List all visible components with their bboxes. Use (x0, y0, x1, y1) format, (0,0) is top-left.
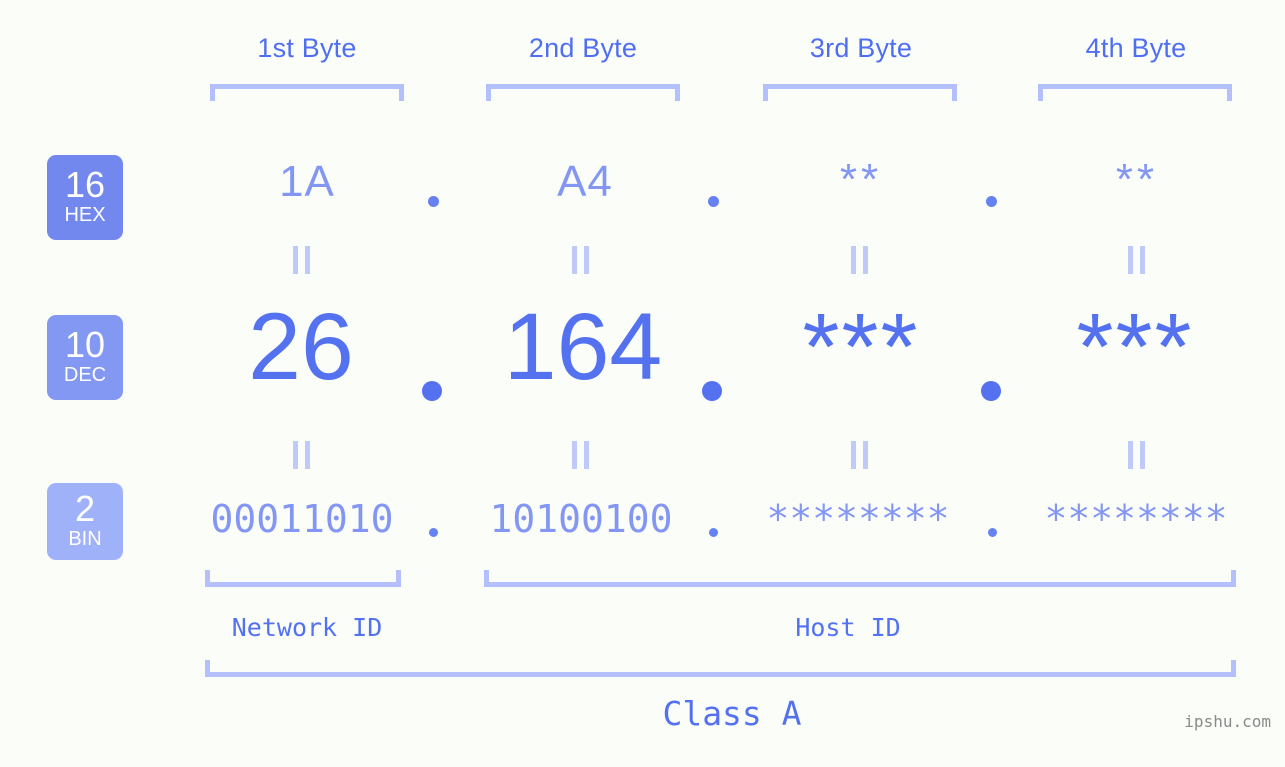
byte-header-3: 3rd Byte (809, 33, 913, 63)
base-badge-bin-number: 2 (74, 487, 96, 529)
bin-separator-dot-2 (709, 528, 718, 537)
watermark: ipshu.com (1184, 712, 1271, 731)
host-id-label: Host ID (795, 613, 901, 642)
base-badge-hex: 16 HEX (47, 155, 123, 240)
equals-icon-dec-bin-4 (1127, 441, 1146, 469)
base-badge-hex-name: HEX (64, 204, 106, 227)
hex-byte-4: ** (1115, 155, 1159, 204)
equals-icon-dec-bin-1 (292, 441, 311, 469)
base-badge-bin-name: BIN (68, 528, 102, 551)
equals-icon-dec-bin-3 (850, 441, 869, 469)
base-badge-dec-name: DEC (63, 364, 107, 387)
hex-byte-3: ** (839, 155, 883, 204)
bin-byte-1: 00011010 (210, 497, 394, 541)
network-id-bracket (205, 570, 401, 587)
equals-icon-hex-dec-3 (850, 246, 869, 274)
dec-separator-dot-2 (702, 381, 722, 401)
base-badge-hex-number: 16 (64, 163, 106, 205)
dec-byte-2: 164 (503, 294, 663, 400)
ip-address-breakdown-diagram: 1st Byte 2nd Byte 3rd Byte 4th Byte 16 H… (0, 0, 1285, 767)
byte-header-2: 2nd Byte (528, 33, 638, 63)
equals-icon-hex-dec-2 (571, 246, 590, 274)
dec-byte-1: 26 (248, 294, 354, 400)
class-bracket (205, 660, 1236, 677)
byte-bracket-3 (763, 84, 957, 101)
equals-icon-hex-dec-1 (292, 246, 311, 274)
base-badge-dec: 10 DEC (47, 315, 123, 400)
equals-icon-dec-bin-2 (571, 441, 590, 469)
network-id-label: Network ID (231, 613, 383, 642)
byte-bracket-1 (210, 84, 404, 101)
byte-bracket-4 (1038, 84, 1232, 101)
dec-byte-4: *** (1076, 294, 1194, 400)
dec-separator-dot-3 (981, 381, 1001, 401)
byte-header-1: 1st Byte (257, 33, 357, 63)
hex-byte-1: 1A (279, 157, 335, 206)
bin-separator-dot-1 (429, 528, 438, 537)
dec-byte-3: *** (802, 294, 920, 400)
bin-byte-4: ******** (1044, 497, 1228, 541)
hex-separator-dot-1 (428, 196, 439, 207)
base-badge-dec-number: 10 (64, 323, 106, 365)
byte-header-4: 4th Byte (1085, 33, 1187, 63)
hex-byte-2: A4 (557, 157, 613, 206)
hex-separator-dot-2 (708, 196, 719, 207)
dec-separator-dot-1 (422, 381, 442, 401)
class-label: Class A (662, 694, 802, 733)
base-badge-bin: 2 BIN (47, 483, 123, 560)
bin-byte-3: ******** (766, 497, 950, 541)
byte-bracket-2 (486, 84, 680, 101)
hex-separator-dot-3 (986, 196, 997, 207)
bin-separator-dot-3 (988, 528, 997, 537)
equals-icon-hex-dec-4 (1127, 246, 1146, 274)
bin-byte-2: 10100100 (489, 497, 673, 541)
host-id-bracket (484, 570, 1236, 587)
